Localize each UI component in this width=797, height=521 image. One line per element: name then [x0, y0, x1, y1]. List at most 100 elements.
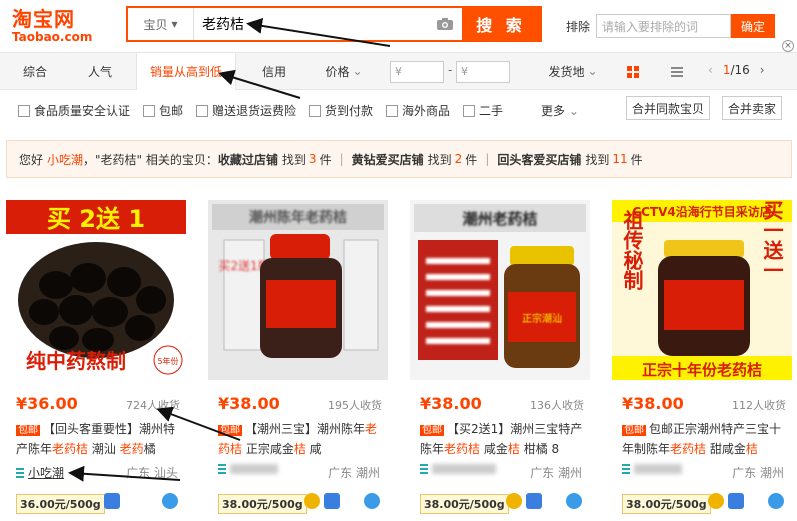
notice-user[interactable]: 小吃潮: [47, 151, 83, 168]
seller[interactable]: [622, 464, 682, 474]
filter-food-safety[interactable]: 食品质量安全认证: [18, 102, 130, 119]
product-location: 广东 潮州: [530, 466, 582, 480]
seller[interactable]: [218, 464, 278, 474]
wangwang-chat-icon[interactable]: [566, 493, 582, 509]
notice-count: 11: [612, 152, 628, 166]
filter-label: 货到付款: [325, 104, 374, 118]
crown-icon[interactable]: [304, 493, 320, 509]
product-card[interactable]: 潮州老药桔 正宗潮汕 ¥38.00 136人收货 包邮 【买2送1】潮州三宝特产 …: [410, 200, 590, 518]
prev-page-icon[interactable]: ‹: [708, 63, 713, 77]
verified-badge-icon[interactable]: [728, 493, 744, 509]
product-card[interactable]: CCTV4沿海行节目采访店 祖传秘制 买一送一 正宗十年份老药桔 ¥38.00 …: [612, 200, 792, 518]
seller-name-blurred[interactable]: [634, 464, 682, 474]
filter-cod[interactable]: 货到付款: [309, 102, 373, 119]
tab-sales-desc[interactable]: 销量从高到低: [136, 53, 236, 90]
exclude-input[interactable]: 请输入要排除的词: [596, 14, 732, 38]
product-location: 广东 潮州: [328, 466, 380, 480]
checkbox[interactable]: [196, 104, 208, 117]
verified-badge-icon[interactable]: [526, 493, 542, 509]
checkbox[interactable]: [463, 104, 475, 117]
logo-chinese: 淘宝网: [12, 7, 75, 31]
product-image[interactable]: 潮州老药桔 正宗潮汕: [410, 200, 590, 380]
product-location: 广东 汕头: [126, 466, 178, 480]
filter-label: 食品质量安全认证: [34, 104, 131, 118]
checkbox[interactable]: [18, 104, 30, 117]
seller-name-blurred[interactable]: [230, 464, 278, 474]
product-title[interactable]: 包邮 【回头客重要性】潮州特产陈年老药桔 潮汕 老药橘: [16, 420, 180, 456]
seller-name[interactable]: 小吃潮: [28, 464, 64, 481]
sort-bar: 综合 人气 销量从高到低 信用 价格 ⌄ ¥ - ¥ 发货地 ⌄ ‹ 1/16 …: [0, 52, 797, 90]
search-input[interactable]: 老药桔: [194, 8, 428, 40]
notice-found: 找到: [427, 152, 452, 167]
product-sold-count: 136人收货: [530, 399, 584, 412]
grid-view-icon[interactable]: [622, 61, 644, 83]
tab-price[interactable]: 价格 ⌄: [312, 53, 376, 89]
filter-overseas[interactable]: 海外商品: [386, 102, 450, 119]
product-title[interactable]: 包邮 包邮正宗潮州特产三宝十年制陈年老药桔 甜咸金桔: [622, 420, 786, 456]
tab-default[interactable]: 综合: [0, 53, 70, 89]
search-button[interactable]: 搜 索: [462, 8, 540, 40]
notice-hello: 您好: [19, 152, 44, 167]
product-card[interactable]: 买 2送 1 纯中药熬制 5年份 ¥36.00 724人收货 包邮 【回头客重要性…: [6, 200, 186, 518]
free-shipping-tag: 包邮: [218, 425, 242, 436]
product-image[interactable]: 潮州陈年老药桔 买2送1瓶: [208, 200, 388, 380]
more-filters[interactable]: 更多 ⌄: [541, 102, 579, 119]
product-sold-count: 724人收货: [126, 399, 180, 412]
shop-icon: [622, 464, 630, 474]
verified-badge-icon[interactable]: [324, 493, 340, 509]
crown-icon[interactable]: [506, 493, 522, 509]
taobao-logo[interactable]: 淘宝网 Taobao.com: [12, 8, 107, 46]
notice-group-yellow-diamond[interactable]: 黄钻爱买店铺: [352, 151, 424, 168]
filter-free-shipping[interactable]: 包邮: [143, 102, 183, 119]
product-title[interactable]: 包邮 【潮州三宝】潮州陈年老药桔 正宗咸金桔 咸: [218, 420, 382, 456]
product-title[interactable]: 包邮 【买2送1】潮州三宝特产 陈年老药桔 咸金桔 柑橘 8: [420, 420, 584, 456]
notice-group-returning[interactable]: 回头客爱买店铺: [497, 151, 581, 168]
label-text: 正宗潮汕: [522, 312, 562, 325]
merge-sellers-button[interactable]: 合并卖家: [722, 96, 782, 120]
product-image[interactable]: CCTV4沿海行节目采访店 祖传秘制 买一送一 正宗十年份老药桔: [612, 200, 792, 380]
filter-label: 二手: [479, 104, 504, 118]
close-icon[interactable]: ×: [782, 40, 794, 52]
price-min-input[interactable]: ¥: [390, 61, 444, 83]
tab-credit[interactable]: 信用: [244, 53, 304, 89]
banner-text: 买 2送 1: [47, 205, 145, 233]
seller[interactable]: [420, 464, 496, 474]
banner-text: 潮州老药桔: [462, 210, 537, 228]
seller-name-blurred[interactable]: [432, 464, 496, 474]
tab-popularity[interactable]: 人气: [70, 53, 130, 89]
chevron-down-icon: ⌄: [587, 64, 598, 78]
checkbox[interactable]: [309, 104, 321, 117]
free-shipping-tag: 包邮: [622, 425, 646, 436]
filter-return-insurance[interactable]: 赠送退货运费险: [196, 102, 296, 119]
notice-group-favorites[interactable]: 收藏过店铺: [218, 151, 278, 168]
price-dash: -: [448, 63, 453, 77]
more-label: 更多: [541, 104, 566, 118]
product-card[interactable]: 潮州陈年老药桔 买2送1瓶 ¥38.00 195人收货 包邮 【潮州三宝】潮州陈年…: [208, 200, 388, 518]
chevron-down-icon: ⌄: [568, 104, 579, 118]
search-category-select[interactable]: 宝贝 ▾: [128, 8, 194, 40]
wangwang-chat-icon[interactable]: [768, 493, 784, 509]
checkbox[interactable]: [386, 104, 398, 117]
crown-icon[interactable]: [708, 493, 724, 509]
notice-unit: 件: [319, 152, 332, 167]
wangwang-chat-icon[interactable]: [162, 493, 178, 509]
filter-second-hand[interactable]: 二手: [463, 102, 503, 119]
ship-from-select[interactable]: 发货地 ⌄: [540, 53, 606, 89]
unit-price: 38.00元/500g: [420, 494, 509, 514]
product-sold-count: 112人收货: [732, 399, 786, 412]
checkbox[interactable]: [143, 104, 155, 117]
verified-badge-icon[interactable]: [104, 493, 120, 509]
seller[interactable]: 小吃潮: [16, 464, 64, 481]
wangwang-chat-icon[interactable]: [364, 493, 380, 509]
product-image[interactable]: 买 2送 1 纯中药熬制 5年份: [6, 200, 186, 380]
camera-icon[interactable]: [428, 8, 462, 40]
left-text: 祖传秘制: [620, 209, 644, 291]
notice-unit: 件: [630, 152, 643, 167]
merge-items-button[interactable]: 合并同款宝贝: [626, 96, 710, 120]
exclude-confirm-button[interactable]: 确定: [731, 14, 776, 38]
next-page-icon[interactable]: ›: [760, 63, 765, 77]
related-notice: 您好 小吃潮 ，"老药桔" 相关的宝贝： 收藏过店铺 找到 3 件 | 黄钻爱买…: [6, 140, 792, 178]
price-max-input[interactable]: ¥: [456, 61, 510, 83]
list-view-icon[interactable]: [666, 61, 688, 83]
corner-text: 5年份: [157, 356, 178, 366]
